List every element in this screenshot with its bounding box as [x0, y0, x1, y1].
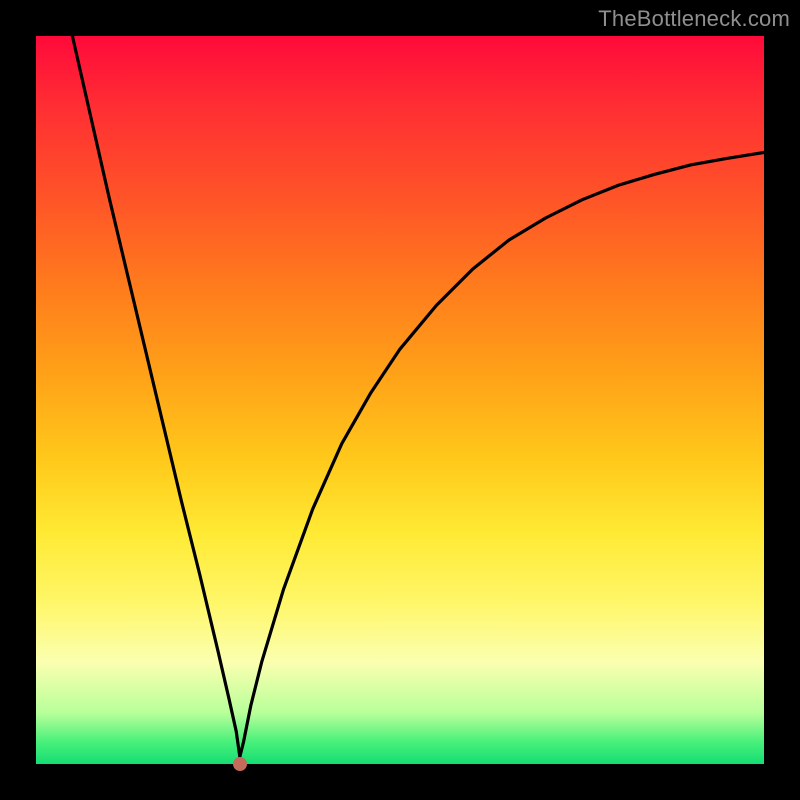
bottleneck-curve	[36, 36, 764, 764]
chart-stage: TheBottleneck.com	[0, 0, 800, 800]
watermark-text: TheBottleneck.com	[598, 6, 790, 32]
plot-area	[36, 36, 764, 764]
optimum-dot	[233, 757, 247, 771]
